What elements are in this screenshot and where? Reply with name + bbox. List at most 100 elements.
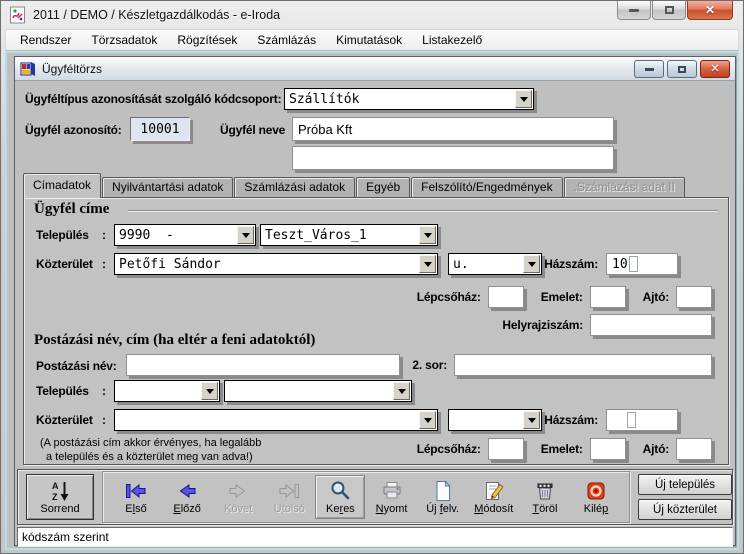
main-titlebar[interactable]: 2011 / DEMO / Készletgazdálkodás - e-Iro… — [5, 1, 739, 29]
tab-egyeb[interactable]: Egyéb — [356, 177, 410, 197]
floor-label: Emelet: — [541, 290, 583, 304]
street-colon: : — [102, 257, 106, 271]
line2-input[interactable] — [454, 354, 712, 376]
dialog-titlebar[interactable]: Ügyféltörzs ✕ — [15, 57, 735, 81]
dialog-maximize-button[interactable] — [667, 60, 697, 78]
new-record-label: Új felv. — [426, 503, 459, 515]
street-type-dropdown-icon[interactable] — [523, 255, 540, 273]
postal-street-type-combo[interactable] — [448, 409, 542, 431]
next-label: Követ — [224, 503, 252, 515]
postal-floor-label: Emelet: — [541, 442, 583, 456]
text-caret — [627, 412, 636, 428]
postal-house-number-input[interactable] — [606, 409, 678, 431]
close-button[interactable]: ✕ — [687, 1, 733, 20]
menu-kimutatasok[interactable]: Kimutatások — [326, 31, 412, 49]
menu-rogzitesek[interactable]: Rögzítések — [167, 31, 247, 49]
sort-az-icon: A Z — [49, 479, 71, 503]
next-arrow-icon — [225, 479, 251, 503]
delete-label: Töröl — [532, 503, 557, 515]
client-name2-input[interactable] — [292, 146, 614, 170]
menu-rendszer[interactable]: Rendszer — [10, 31, 81, 49]
main-window: 2011 / DEMO / Készletgazdálkodás - e-Iro… — [0, 0, 744, 554]
postal-settlement-colon: : — [102, 384, 106, 398]
city-combo[interactable]: Teszt_Város_1 — [260, 224, 438, 246]
line2-cluster: 2. sor: — [412, 354, 712, 376]
heading-groove-line — [128, 210, 718, 212]
new-record-button[interactable]: Új felv. — [418, 475, 468, 519]
menu-torzsadatok[interactable]: Törzsadatok — [81, 31, 167, 49]
client-name-input[interactable]: Próba Kft — [292, 117, 614, 141]
app-icon — [9, 6, 27, 24]
maximize-icon — [665, 6, 674, 14]
parcel-number-input[interactable] — [590, 314, 712, 336]
floor-input[interactable] — [590, 286, 626, 308]
tab-szamlazasi-adat-2: .Számlázási adat II — [564, 177, 685, 197]
sorrend-button[interactable]: A Z Sorrend — [26, 474, 94, 520]
postal-street-dropdown-icon[interactable] — [419, 411, 436, 429]
postal-floor-input[interactable] — [590, 438, 626, 460]
dialog-body: Ügyféltípus azonosítását szolgáló kódcso… — [15, 81, 735, 545]
minimize-button[interactable] — [617, 1, 651, 20]
tab-szamlazasi-adatok[interactable]: Számlázási adatok — [234, 177, 355, 197]
street-combo[interactable]: Petőfi Sándor — [114, 253, 438, 275]
tab-nyilvantartasi-adatok[interactable]: Nyilvántartási adatok — [102, 177, 233, 197]
status-bar: kódszám szerint — [17, 527, 733, 547]
dialog-title: Ügyféltörzs — [42, 62, 102, 76]
search-button[interactable]: Keres — [315, 475, 365, 519]
tab-cimadatok[interactable]: Címadatok — [23, 173, 101, 198]
dialog-close-button[interactable]: ✕ — [700, 60, 730, 78]
postal-door-label: Ajtó: — [643, 442, 669, 456]
svg-text:A: A — [52, 481, 59, 491]
door-input[interactable] — [676, 286, 712, 308]
first-button[interactable]: Első — [111, 475, 161, 519]
zip-combo[interactable]: 9990 - — [114, 224, 256, 246]
status-text: kódszám szerint — [22, 530, 109, 544]
client-id-box: 10001 — [130, 117, 190, 141]
print-label: Nyomt — [376, 503, 408, 515]
house-number-cluster: Házszám: 10 — [544, 253, 678, 275]
door-label: Ajtó: — [643, 290, 669, 304]
client-name-label: Ügyfél neve — [220, 123, 285, 137]
dialog-minimize-button[interactable] — [634, 60, 664, 78]
last-button: Utolsó — [264, 475, 314, 519]
menu-listakezelo[interactable]: Listakezelő — [412, 31, 492, 49]
tab-felszolito-engedmenyek[interactable]: Felszólító/Engedmények — [411, 177, 562, 197]
exit-button[interactable]: Kilép — [571, 475, 621, 519]
last-arrow-icon — [276, 479, 302, 503]
menu-szamlazas[interactable]: Számlázás — [247, 31, 326, 49]
exit-icon — [585, 479, 607, 503]
postal-street-combo[interactable] — [114, 409, 438, 431]
postal-zip-dropdown-icon[interactable] — [201, 382, 218, 400]
first-arrow-icon — [123, 479, 149, 503]
street-type-combo[interactable]: u. — [448, 253, 542, 275]
staircase-input[interactable] — [488, 286, 524, 308]
delete-button[interactable]: Töröl — [520, 475, 570, 519]
postal-city-combo[interactable] — [224, 380, 412, 402]
new-street-button[interactable]: Új közterület — [638, 499, 732, 520]
settlement-label: Település — [36, 228, 89, 242]
cimadatok-panel: Ügyfél címe Település : 9990 - Teszt_Vár… — [23, 197, 729, 465]
codegroup-dropdown-icon[interactable] — [515, 90, 532, 108]
maximize-button[interactable] — [652, 1, 686, 20]
postal-street-type-dropdown-icon[interactable] — [523, 411, 540, 429]
print-button[interactable]: Nyomt — [367, 475, 417, 519]
modify-button[interactable]: Módosít — [469, 475, 519, 519]
postal-zip-combo[interactable] — [114, 380, 220, 402]
postal-city-dropdown-icon[interactable] — [393, 382, 410, 400]
postal-validity-note: (A postázási cím akkor érvényes, ha lega… — [40, 436, 261, 464]
postal-name-input[interactable] — [126, 354, 400, 376]
house-number-value: 10 — [607, 257, 628, 272]
prev-button[interactable]: Előző — [162, 475, 212, 519]
street-dropdown-icon[interactable] — [419, 255, 436, 273]
house-number-input[interactable]: 10 — [606, 253, 678, 275]
text-caret — [629, 256, 638, 272]
new-settlement-button[interactable]: Új település — [638, 474, 732, 495]
zip-dropdown-icon[interactable] — [237, 226, 254, 244]
postal-door-input[interactable] — [676, 438, 712, 460]
postal-staircase-input[interactable] — [488, 438, 524, 460]
modify-label: Módosít — [474, 503, 513, 515]
street-type-value: u. — [449, 257, 469, 272]
city-dropdown-icon[interactable] — [419, 226, 436, 244]
codegroup-combo[interactable]: Szállítók — [284, 88, 534, 110]
postal-house-number-label: Házszám: — [544, 413, 598, 427]
